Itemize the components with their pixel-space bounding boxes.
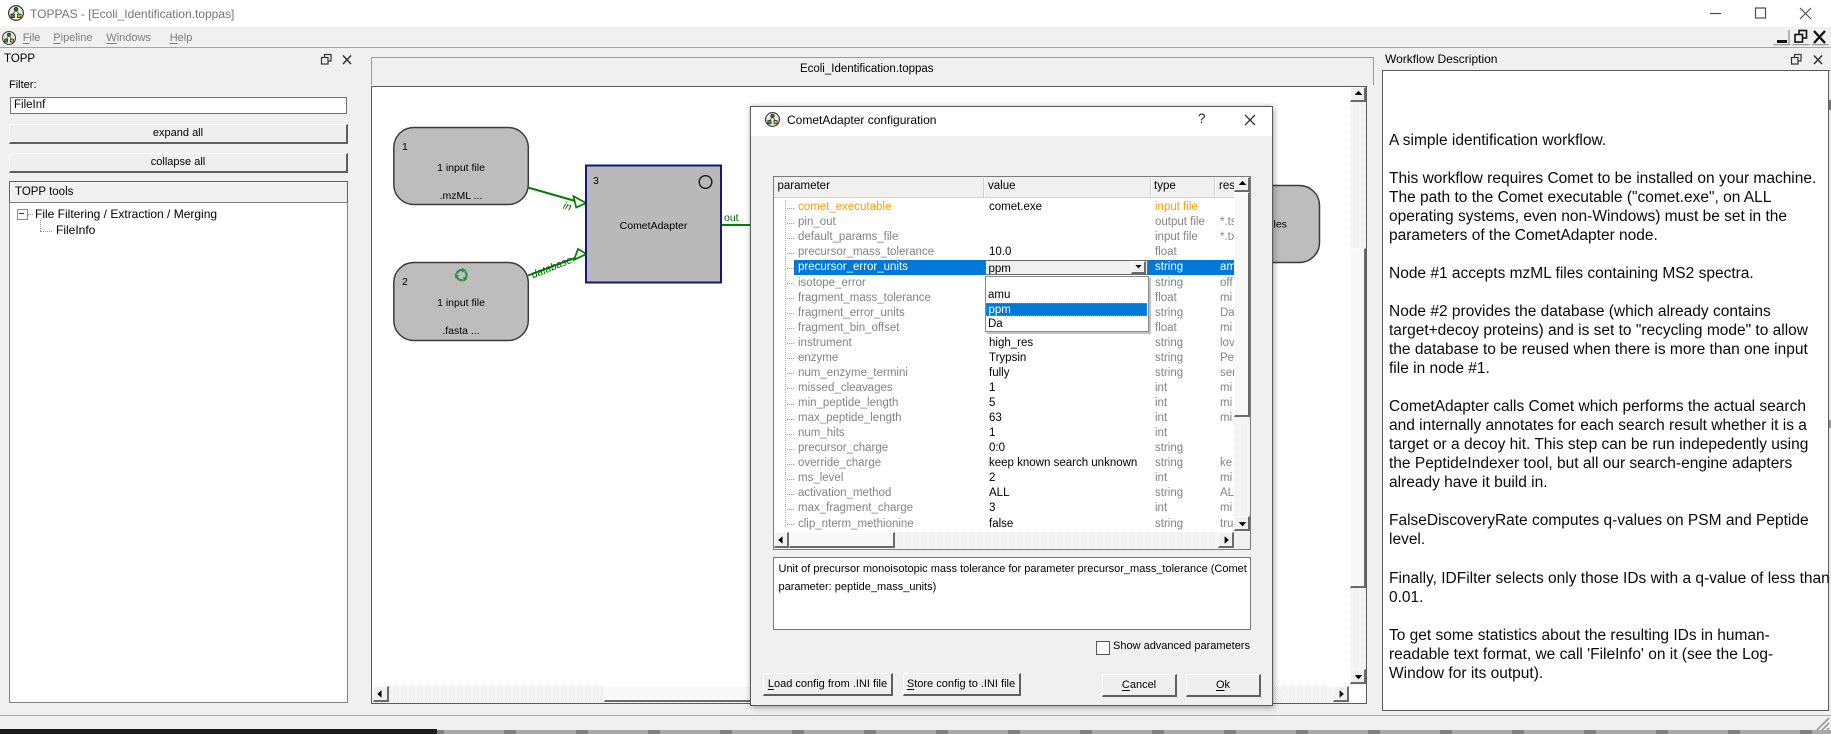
svg-text:CometAdapter: CometAdapter: [620, 220, 688, 232]
svg-text:3: 3: [593, 175, 599, 187]
svg-text:.mzML ...: .mzML ...: [440, 190, 483, 202]
svg-text:in: in: [562, 199, 573, 213]
svg-text:1 input file: 1 input file: [437, 297, 485, 309]
svg-text:les: les: [1274, 218, 1287, 230]
svg-text:1: 1: [402, 141, 408, 153]
svg-text:.fasta ...: .fasta ...: [442, 325, 479, 337]
svg-text:2: 2: [402, 276, 408, 288]
svg-text:1 input file: 1 input file: [437, 162, 485, 174]
svg-text:out: out: [724, 212, 739, 224]
svg-text:database: database: [530, 253, 575, 280]
